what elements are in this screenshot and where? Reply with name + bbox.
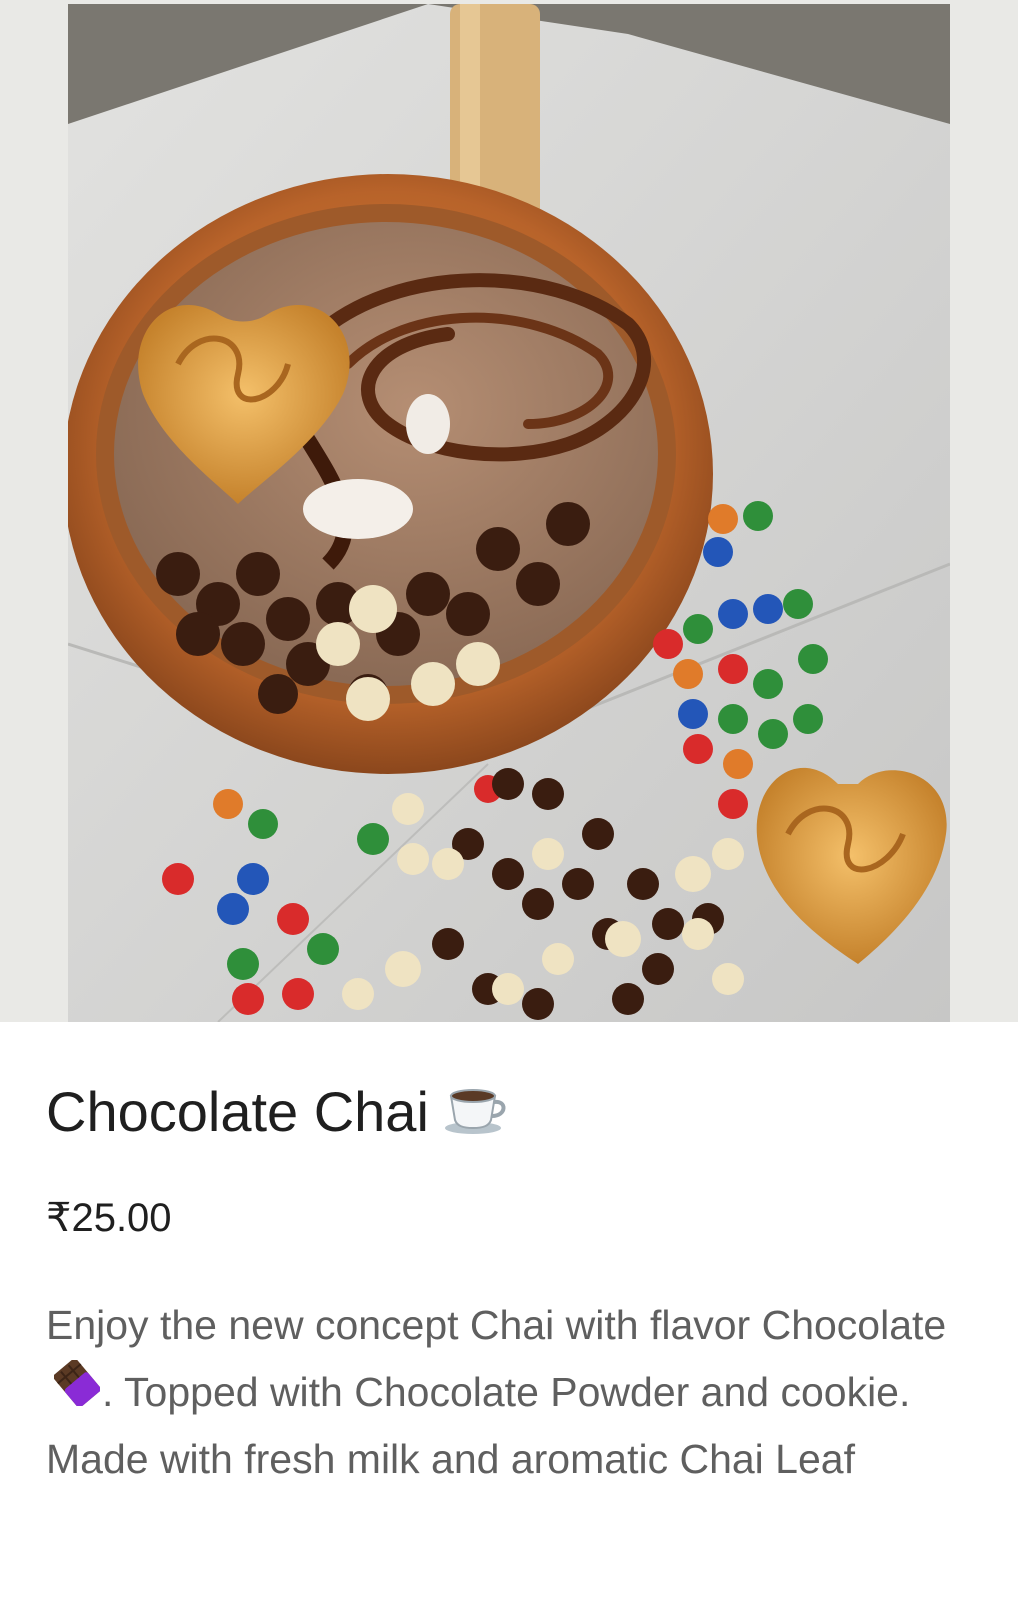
product-photo[interactable] [68,4,950,1022]
description-text-part-1: Enjoy the new concept Chai with flavor C… [46,1302,947,1348]
product-title-text: Chocolate Chai [46,1080,429,1143]
product-price: ₹25.00 [46,1196,172,1240]
chocolate-bar-icon [53,1358,101,1426]
product-image-area [0,0,1018,1022]
product-detail-page: Chocolate Chai ₹25.00 Enjoy the new conc… [0,0,1018,1600]
product-title: Chocolate Chai [46,1084,511,1145]
coffee-cup-icon [443,1080,511,1145]
description-text-part-2: . Topped with Chocolate Powder and cooki… [46,1369,911,1482]
product-details: Chocolate Chai ₹25.00 Enjoy the new conc… [0,1022,1018,1600]
product-description: Enjoy the new concept Chai with flavor C… [46,1292,976,1493]
